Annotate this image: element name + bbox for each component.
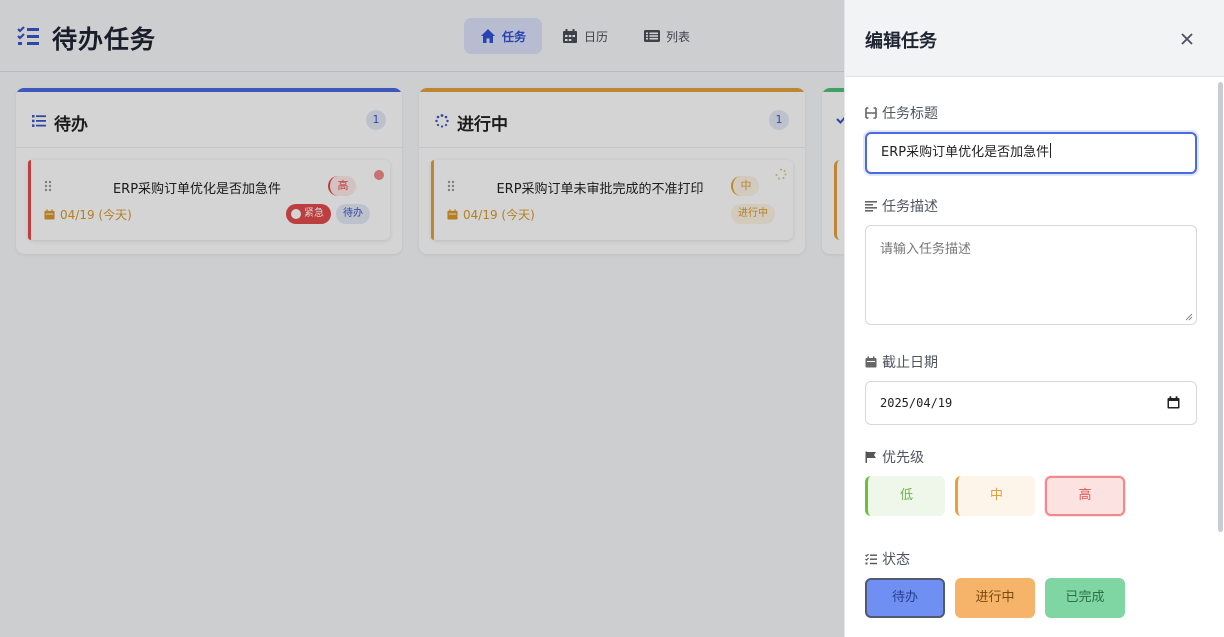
task-description-textarea[interactable]: 请输入任务描述 bbox=[865, 225, 1197, 325]
label-text: 优先级 bbox=[882, 450, 924, 466]
modal-backdrop[interactable] bbox=[0, 0, 844, 637]
edit-task-drawer: 编辑任务 任务标题 ERP采购订单优化是否加急件 任务描述 请输入任务描述 截止… bbox=[844, 0, 1224, 637]
flag-icon bbox=[865, 451, 876, 463]
date-value: 2025/04/19 bbox=[880, 396, 953, 410]
status-in-progress-button[interactable]: 进行中 bbox=[955, 578, 1035, 618]
priority-field-label: 优先级 bbox=[865, 447, 924, 467]
status-done-button[interactable]: 已完成 bbox=[1045, 578, 1125, 618]
due-date-input[interactable]: 2025/04/19 bbox=[865, 381, 1197, 425]
calendar-picker-icon[interactable] bbox=[1167, 396, 1180, 409]
label-text: 任务标题 bbox=[882, 106, 938, 122]
label-text: 任务描述 bbox=[882, 199, 938, 215]
status-field-label: 状态 bbox=[865, 549, 910, 569]
priority-low-button[interactable]: 低 bbox=[865, 476, 945, 516]
heading-icon bbox=[865, 107, 877, 119]
textarea-placeholder: 请输入任务描述 bbox=[880, 242, 972, 257]
label-text: 状态 bbox=[882, 552, 910, 568]
scrollbar[interactable] bbox=[1218, 82, 1223, 532]
align-left-icon bbox=[865, 201, 877, 212]
description-field-label: 任务描述 bbox=[865, 196, 938, 216]
resize-handle-icon[interactable] bbox=[1185, 313, 1193, 321]
drawer-title: 编辑任务 bbox=[865, 31, 937, 52]
close-icon[interactable] bbox=[1178, 30, 1196, 48]
list-check-icon bbox=[865, 553, 877, 565]
task-title-input[interactable]: ERP采购订单优化是否加急件 bbox=[865, 132, 1197, 174]
priority-high-button[interactable]: 高 bbox=[1045, 476, 1125, 516]
input-value: ERP采购订单优化是否加急件 bbox=[881, 145, 1050, 160]
due-date-field-label: 截止日期 bbox=[865, 352, 938, 372]
priority-medium-button[interactable]: 中 bbox=[955, 476, 1035, 516]
title-field-label: 任务标题 bbox=[865, 103, 938, 123]
status-todo-button[interactable]: 待办 bbox=[865, 578, 945, 618]
drawer-header: 编辑任务 bbox=[845, 0, 1224, 77]
label-text: 截止日期 bbox=[882, 355, 938, 371]
calendar-icon bbox=[865, 356, 877, 368]
text-caret bbox=[1050, 143, 1052, 158]
